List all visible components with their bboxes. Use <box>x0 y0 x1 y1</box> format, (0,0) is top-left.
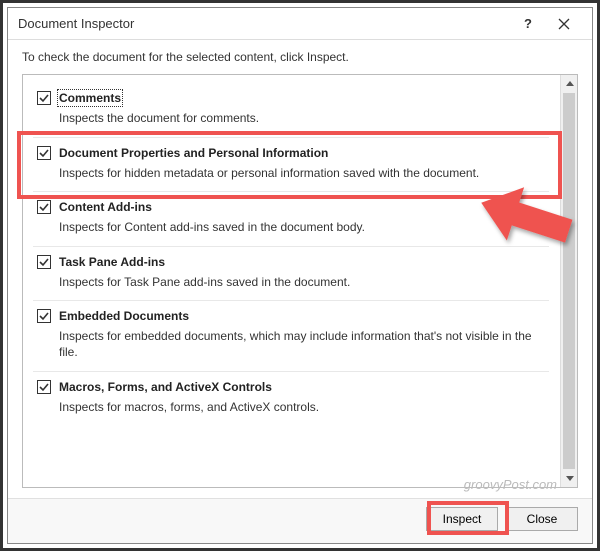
titlebar: Document Inspector ? <box>8 8 592 40</box>
checkmark-icon <box>39 382 49 392</box>
dialog-title: Document Inspector <box>18 16 510 31</box>
help-button[interactable]: ? <box>510 10 546 38</box>
scroll-thumb[interactable] <box>563 93 575 469</box>
inspect-item-taskpane-addins: Task Pane Add-ins Inspects for Task Pane… <box>33 247 549 302</box>
inspect-item-content-addins: Content Add-ins Inspects for Content add… <box>33 192 549 247</box>
item-description: Inspects for Task Pane add-ins saved in … <box>59 275 545 291</box>
item-title: Macros, Forms, and ActiveX Controls <box>59 380 272 394</box>
item-description: Inspects for macros, forms, and ActiveX … <box>59 400 545 416</box>
document-inspector-dialog: Document Inspector ? To check the docume… <box>7 7 593 544</box>
close-window-button[interactable] <box>546 10 582 38</box>
item-title: Document Properties and Personal Informa… <box>59 146 328 160</box>
instruction-text: To check the document for the selected c… <box>8 40 592 70</box>
checkbox-embedded-docs[interactable] <box>37 309 51 323</box>
checkbox-content-addins[interactable] <box>37 200 51 214</box>
checkmark-icon <box>39 257 49 267</box>
item-title: Comments <box>59 91 121 105</box>
inspect-item-embedded-docs: Embedded Documents Inspects for embedded… <box>33 301 549 371</box>
inspect-button[interactable]: Inspect <box>426 507 498 531</box>
checkbox-taskpane-addins[interactable] <box>37 255 51 269</box>
scroll-down-arrow-icon[interactable] <box>561 470 578 487</box>
inspection-list: Comments Inspects the document for comme… <box>23 75 559 487</box>
checkbox-macros[interactable] <box>37 380 51 394</box>
inspect-item-comments: Comments Inspects the document for comme… <box>33 83 549 138</box>
checkmark-icon <box>39 148 49 158</box>
inspect-item-doc-properties: Document Properties and Personal Informa… <box>33 138 549 193</box>
inspection-list-panel: Comments Inspects the document for comme… <box>22 74 578 488</box>
item-title: Embedded Documents <box>59 309 189 323</box>
item-description: Inspects for hidden metadata or personal… <box>59 166 545 182</box>
checkbox-comments[interactable] <box>37 91 51 105</box>
item-title: Task Pane Add-ins <box>59 255 165 269</box>
item-description: Inspects for embedded documents, which m… <box>59 329 545 360</box>
close-button[interactable]: Close <box>506 507 578 531</box>
checkmark-icon <box>39 202 49 212</box>
button-bar: Inspect Close <box>8 498 592 543</box>
scroll-up-arrow-icon[interactable] <box>561 75 578 92</box>
close-icon <box>558 18 570 30</box>
item-description: Inspects the document for comments. <box>59 111 545 127</box>
inspect-item-macros: Macros, Forms, and ActiveX Controls Insp… <box>33 372 549 426</box>
checkbox-doc-properties[interactable] <box>37 146 51 160</box>
checkmark-icon <box>39 311 49 321</box>
item-title: Content Add-ins <box>59 200 152 214</box>
checkmark-icon <box>39 93 49 103</box>
scrollbar[interactable] <box>560 75 577 487</box>
item-description: Inspects for Content add-ins saved in th… <box>59 220 545 236</box>
